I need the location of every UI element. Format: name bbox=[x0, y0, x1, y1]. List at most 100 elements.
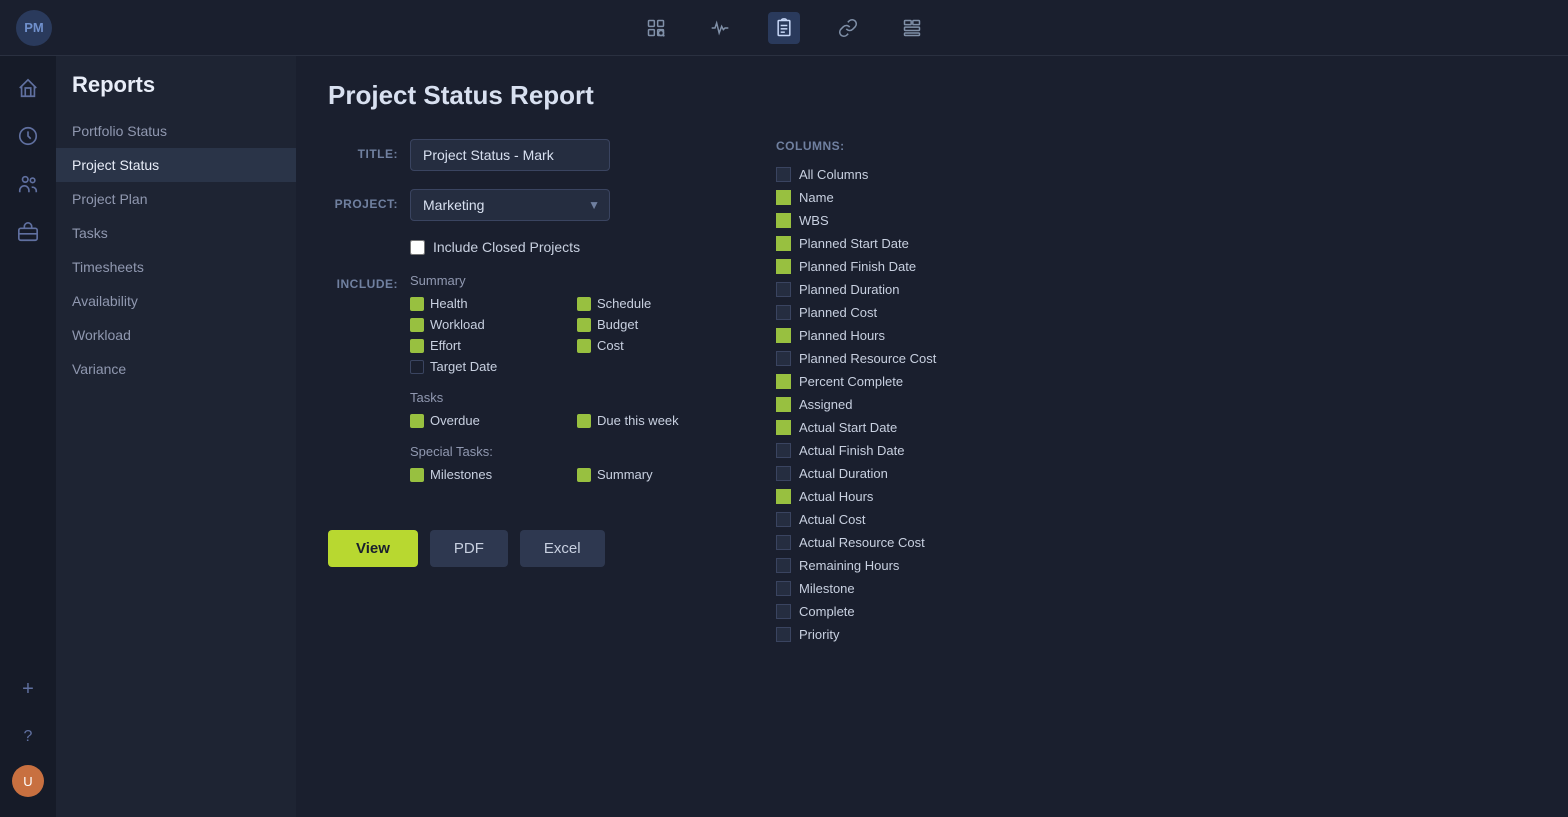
nav-home-icon[interactable] bbox=[8, 68, 48, 108]
project-label: PROJECT: bbox=[328, 189, 398, 211]
cost-check[interactable] bbox=[577, 339, 591, 353]
health-check[interactable] bbox=[410, 297, 424, 311]
sidebar-item-availability[interactable]: Availability bbox=[56, 284, 296, 318]
planned-start-date-label: Planned Start Date bbox=[799, 236, 909, 251]
wbs-label: WBS bbox=[799, 213, 829, 228]
include-closed-label: Include Closed Projects bbox=[433, 239, 580, 255]
planned-resource-cost-label: Planned Resource Cost bbox=[799, 351, 936, 366]
workload-check[interactable] bbox=[410, 318, 424, 332]
planned-resource-cost-check[interactable] bbox=[776, 351, 791, 366]
include-item-health: Health bbox=[410, 296, 561, 311]
nav-clock-icon[interactable] bbox=[8, 116, 48, 156]
summary-tasks-check[interactable] bbox=[577, 468, 591, 482]
percent-complete-check[interactable] bbox=[776, 374, 791, 389]
all-columns-check[interactable] bbox=[776, 167, 791, 182]
nav-avatar[interactable]: U bbox=[12, 765, 44, 797]
wbs-check[interactable] bbox=[776, 213, 791, 228]
main-layout: + ? U Reports Portfolio Status Project S… bbox=[0, 56, 1568, 817]
tasks-label: Tasks bbox=[410, 390, 728, 405]
nav-people-icon[interactable] bbox=[8, 164, 48, 204]
special-tasks-label: Special Tasks: bbox=[410, 444, 728, 459]
overdue-check[interactable] bbox=[410, 414, 424, 428]
milestone-check[interactable] bbox=[776, 581, 791, 596]
planned-start-date-check[interactable] bbox=[776, 236, 791, 251]
actual-cost-check[interactable] bbox=[776, 512, 791, 527]
summary-label: Summary bbox=[410, 273, 728, 288]
effort-check[interactable] bbox=[410, 339, 424, 353]
columns-scroll[interactable]: All Columns Name WBS Plann bbox=[776, 163, 1536, 646]
planned-cost-check[interactable] bbox=[776, 305, 791, 320]
nav-briefcase-icon[interactable] bbox=[8, 212, 48, 252]
pulse-icon[interactable] bbox=[704, 12, 736, 44]
priority-label: Priority bbox=[799, 627, 839, 642]
remaining-hours-check[interactable] bbox=[776, 558, 791, 573]
column-item-actual-resource-cost: Actual Resource Cost bbox=[776, 531, 1528, 554]
sidebar-item-portfolio-status[interactable]: Portfolio Status bbox=[56, 114, 296, 148]
planned-hours-check[interactable] bbox=[776, 328, 791, 343]
excel-button[interactable]: Excel bbox=[520, 530, 605, 567]
effort-label: Effort bbox=[430, 338, 461, 353]
actual-resource-cost-check[interactable] bbox=[776, 535, 791, 550]
assigned-check[interactable] bbox=[776, 397, 791, 412]
link-icon[interactable] bbox=[832, 12, 864, 44]
column-item-all-columns: All Columns bbox=[776, 163, 1528, 186]
form-layout: TITLE: PROJECT: Marketing Development De… bbox=[328, 139, 1536, 646]
include-item-budget: Budget bbox=[577, 317, 728, 332]
include-content: Summary Health Schedule bbox=[410, 273, 728, 498]
sidebar-item-project-plan[interactable]: Project Plan bbox=[56, 182, 296, 216]
sidebar-item-project-status[interactable]: Project Status bbox=[56, 148, 296, 182]
priority-check[interactable] bbox=[776, 627, 791, 642]
content-area: Project Status Report TITLE: PROJECT: Ma… bbox=[296, 56, 1568, 817]
column-item-planned-hours: Planned Hours bbox=[776, 324, 1528, 347]
all-columns-label: All Columns bbox=[799, 167, 868, 182]
column-item-actual-hours: Actual Hours bbox=[776, 485, 1528, 508]
milestones-label: Milestones bbox=[430, 467, 492, 482]
include-item-summary-tasks: Summary bbox=[577, 467, 728, 482]
sidebar-title: Reports bbox=[56, 72, 296, 114]
include-item-workload: Workload bbox=[410, 317, 561, 332]
title-input[interactable] bbox=[410, 139, 610, 171]
column-item-actual-finish-date: Actual Finish Date bbox=[776, 439, 1528, 462]
column-item-planned-resource-cost: Planned Resource Cost bbox=[776, 347, 1528, 370]
planned-duration-check[interactable] bbox=[776, 282, 791, 297]
schedule-label: Schedule bbox=[597, 296, 651, 311]
schedule-check[interactable] bbox=[577, 297, 591, 311]
search-zoom-icon[interactable] bbox=[640, 12, 672, 44]
complete-check[interactable] bbox=[776, 604, 791, 619]
column-item-planned-cost: Planned Cost bbox=[776, 301, 1528, 324]
summary-grid: Health Schedule Workload bbox=[410, 296, 728, 374]
planned-cost-label: Planned Cost bbox=[799, 305, 877, 320]
sidebar-item-tasks[interactable]: Tasks bbox=[56, 216, 296, 250]
name-check[interactable] bbox=[776, 190, 791, 205]
column-item-complete: Complete bbox=[776, 600, 1528, 623]
column-item-priority: Priority bbox=[776, 623, 1528, 646]
include-closed-checkbox[interactable] bbox=[410, 240, 425, 255]
overdue-label: Overdue bbox=[430, 413, 480, 428]
due-this-week-check[interactable] bbox=[577, 414, 591, 428]
actual-duration-check[interactable] bbox=[776, 466, 791, 481]
planned-finish-date-check[interactable] bbox=[776, 259, 791, 274]
target-date-check[interactable] bbox=[410, 360, 424, 374]
project-select[interactable]: Marketing Development Design Finance bbox=[410, 189, 610, 221]
nav-add-button[interactable]: + bbox=[8, 669, 48, 709]
remaining-hours-label: Remaining Hours bbox=[799, 558, 899, 573]
actual-hours-check[interactable] bbox=[776, 489, 791, 504]
sidebar-item-timesheets[interactable]: Timesheets bbox=[56, 250, 296, 284]
layout-icon[interactable] bbox=[896, 12, 928, 44]
sidebar-item-workload[interactable]: Workload bbox=[56, 318, 296, 352]
nav-help-icon[interactable]: ? bbox=[8, 717, 48, 757]
column-item-actual-cost: Actual Cost bbox=[776, 508, 1528, 531]
percent-complete-label: Percent Complete bbox=[799, 374, 903, 389]
actual-finish-date-check[interactable] bbox=[776, 443, 791, 458]
include-item-overdue: Overdue bbox=[410, 413, 561, 428]
view-button[interactable]: View bbox=[328, 530, 418, 567]
milestones-check[interactable] bbox=[410, 468, 424, 482]
sidebar-item-variance[interactable]: Variance bbox=[56, 352, 296, 386]
include-item-due-this-week: Due this week bbox=[577, 413, 728, 428]
pdf-button[interactable]: PDF bbox=[430, 530, 508, 567]
budget-check[interactable] bbox=[577, 318, 591, 332]
clipboard-icon[interactable] bbox=[768, 12, 800, 44]
workload-label: Workload bbox=[430, 317, 485, 332]
app-logo[interactable]: PM bbox=[16, 10, 52, 46]
actual-start-date-check[interactable] bbox=[776, 420, 791, 435]
